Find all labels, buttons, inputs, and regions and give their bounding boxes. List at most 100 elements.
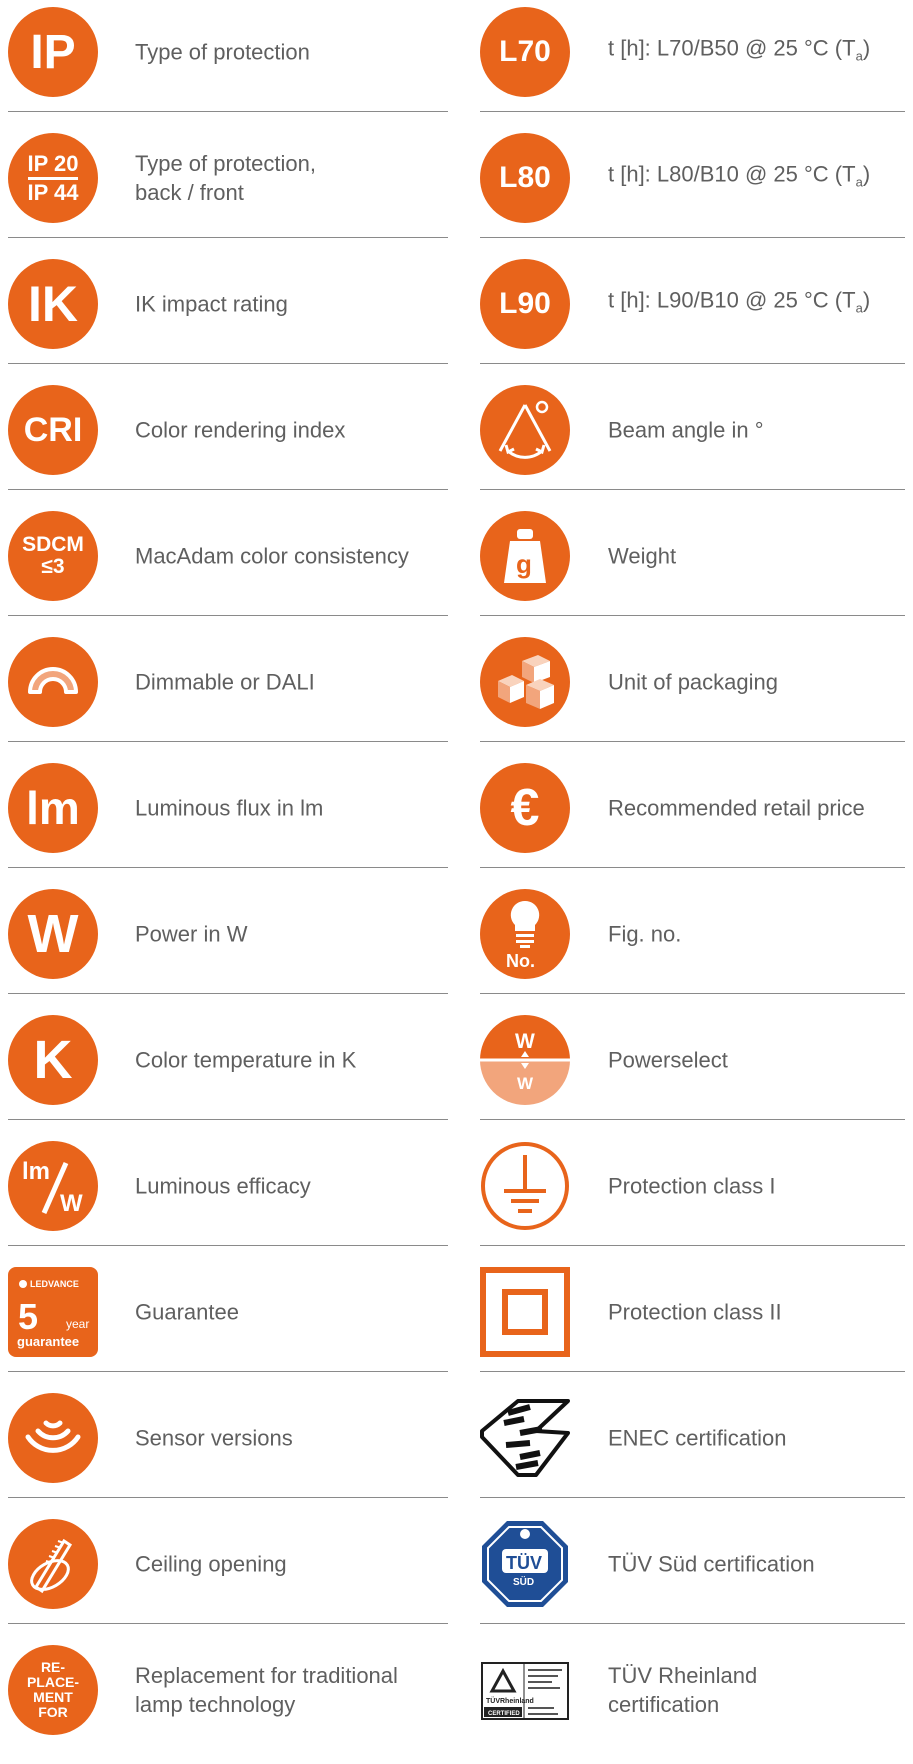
lm-per-w-icon: lm W bbox=[8, 1141, 98, 1231]
legend-row-tuv-rheinland: TÜVRheinland CERTIFIED TÜV Rheinland cer… bbox=[480, 1638, 905, 1764]
legend-label: Recommended retail price bbox=[608, 795, 865, 821]
tuv-rheinland-sub: CERTIFIED bbox=[488, 1711, 520, 1717]
protection-class-2-icon bbox=[480, 1267, 570, 1357]
legend-row-enec: ENEC certification bbox=[480, 1386, 905, 1512]
legend-label: t [h]: L70/B50 @ 25 °C (Ta) bbox=[608, 35, 871, 64]
divider bbox=[8, 237, 448, 238]
guarantee-brand: LEDVANCE bbox=[30, 1279, 79, 1289]
fig-no-text: No. bbox=[506, 951, 535, 971]
tuv-sud-word: TÜV bbox=[506, 1553, 542, 1573]
powerselect-bottom: W bbox=[517, 1074, 534, 1093]
legend-row-fig-no: No. Fig. no. bbox=[480, 882, 905, 1008]
divider bbox=[8, 1119, 448, 1120]
divider bbox=[8, 1497, 448, 1498]
divider bbox=[480, 1245, 905, 1246]
legend-label: MacAdam color consistency bbox=[135, 543, 409, 569]
legend-label: Protection class II bbox=[608, 1299, 782, 1325]
legend-label: ENEC certification bbox=[608, 1425, 787, 1451]
divider bbox=[8, 489, 448, 490]
legend-label: Dimmable or DALI bbox=[135, 669, 315, 695]
divider bbox=[480, 489, 905, 490]
legend-label: Fig. no. bbox=[608, 921, 682, 947]
divider bbox=[8, 993, 448, 994]
divider bbox=[480, 993, 905, 994]
legend-row-dimmable: Dimmable or DALI bbox=[8, 630, 448, 756]
divider bbox=[480, 111, 905, 112]
sdcm-icon: SDCM ≤3 bbox=[8, 511, 98, 601]
legend-label: Power in W bbox=[135, 921, 248, 947]
enec-icon bbox=[480, 1393, 570, 1483]
legend-label: Luminous efficacy bbox=[135, 1173, 311, 1199]
tuv-rheinland-word: TÜVRheinland bbox=[486, 1696, 534, 1705]
icon-text-w: W bbox=[60, 1190, 83, 1217]
protection-class-1-icon bbox=[480, 1141, 570, 1231]
legend-row-tuv-sud: TÜV SÜD TÜV Süd certification bbox=[480, 1512, 905, 1638]
watt-icon: W bbox=[8, 889, 98, 979]
legend-label: Color temperature in K bbox=[135, 1047, 357, 1073]
legend-row-powerselect: W W Powerselect bbox=[480, 1008, 905, 1134]
packaging-icon bbox=[480, 637, 570, 727]
legend-label: Guarantee bbox=[135, 1299, 239, 1325]
legend-label: TÜV Süd certification bbox=[608, 1551, 815, 1577]
divider bbox=[8, 741, 448, 742]
legend-row-ik: IK IK impact rating bbox=[8, 252, 448, 378]
divider bbox=[480, 741, 905, 742]
powerselect-top: W bbox=[515, 1030, 535, 1053]
legend-label: Type of protection bbox=[135, 39, 310, 65]
ip20-ip44-icon: IP 20 IP 44 bbox=[8, 133, 98, 223]
lm-icon: lm bbox=[8, 763, 98, 853]
legend-row-lm: lm Luminous flux in lm bbox=[8, 756, 448, 882]
legend-row-ip20-ip44: IP 20 IP 44 Type of protection, back / f… bbox=[8, 126, 448, 252]
legend-row-l80: L80 t [h]: L80/B10 @ 25 °C (Ta) bbox=[480, 126, 905, 252]
legend-row-sdcm: SDCM ≤3 MacAdam color consistency bbox=[8, 504, 448, 630]
legend-row-protection-class-1: Protection class I bbox=[480, 1134, 905, 1260]
legend-row-l70: L70 t [h]: L70/B50 @ 25 °C (Ta) bbox=[480, 0, 905, 126]
l80-icon: L80 bbox=[480, 133, 570, 223]
legend-label: Color rendering index bbox=[135, 417, 346, 443]
legend-label: Protection class I bbox=[608, 1173, 776, 1199]
legend-label: Sensor versions bbox=[135, 1425, 293, 1451]
legend-row-packaging: Unit of packaging bbox=[480, 630, 905, 756]
guarantee-unit: year bbox=[66, 1317, 89, 1331]
ip-icon: IP bbox=[8, 7, 98, 97]
legend-label: Unit of packaging bbox=[608, 669, 778, 695]
legend-label: t [h]: L90/B10 @ 25 °C (Ta) bbox=[608, 287, 871, 316]
legend-label: Weight bbox=[608, 543, 677, 569]
legend-label: Type of protection, back / front bbox=[135, 151, 316, 205]
divider bbox=[480, 867, 905, 868]
divider bbox=[8, 1371, 448, 1372]
legend-label: Powerselect bbox=[608, 1047, 728, 1073]
divider bbox=[8, 1623, 448, 1624]
beam-angle-icon bbox=[480, 385, 570, 475]
legend-row-euro: € Recommended retail price bbox=[480, 756, 905, 882]
legend-left-column: IP Type of protection IP 20 IP 44 Type o… bbox=[8, 0, 448, 1764]
tuv-sud-icon: TÜV SÜD bbox=[480, 1519, 570, 1609]
divider bbox=[480, 363, 905, 364]
cri-icon: CRI bbox=[8, 385, 98, 475]
divider bbox=[480, 1119, 905, 1120]
legend-row-efficacy: lm W Luminous efficacy bbox=[8, 1134, 448, 1260]
legend-label: t [h]: L80/B10 @ 25 °C (Ta) bbox=[608, 161, 871, 190]
icon-text-lm: lm bbox=[22, 1158, 50, 1185]
lamp-figure-icon: No. bbox=[480, 889, 570, 979]
sensor-icon bbox=[8, 1393, 98, 1483]
legend-label: Luminous flux in lm bbox=[135, 795, 324, 821]
ceiling-opening-icon bbox=[8, 1519, 98, 1609]
legend-label: Beam angle in ° bbox=[608, 417, 764, 443]
legend-row-weight: g Weight bbox=[480, 504, 905, 630]
legend-label: TÜV Rheinland certification bbox=[608, 1663, 758, 1717]
legend-row-beam-angle: Beam angle in ° bbox=[480, 378, 905, 504]
weight-letter: g bbox=[516, 549, 532, 579]
euro-icon: € bbox=[480, 763, 570, 853]
legend-row-protection-class-2: Protection class II bbox=[480, 1260, 905, 1386]
divider bbox=[480, 1623, 905, 1624]
divider bbox=[480, 1371, 905, 1372]
divider bbox=[8, 615, 448, 616]
divider bbox=[480, 237, 905, 238]
divider bbox=[8, 111, 448, 112]
legend-row-replacement: RE- PLACE- MENT FOR Replacement for trad… bbox=[8, 1638, 448, 1764]
legend-right-column: L70 t [h]: L70/B50 @ 25 °C (Ta) L80 t [h… bbox=[480, 0, 905, 1764]
divider bbox=[480, 615, 905, 616]
l90-icon: L90 bbox=[480, 259, 570, 349]
guarantee-word: guarantee bbox=[17, 1334, 79, 1349]
